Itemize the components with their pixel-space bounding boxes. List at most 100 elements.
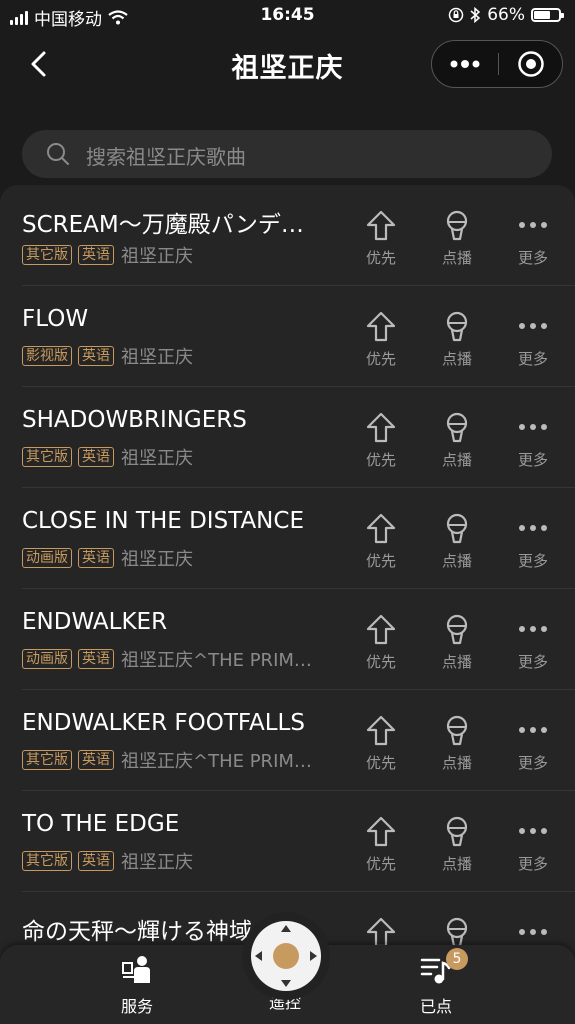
song-tag: 英语	[78, 851, 114, 871]
more-label: 更多	[517, 855, 548, 873]
priority-button[interactable]: 优先	[351, 613, 411, 672]
more-button[interactable]: 更多	[503, 310, 563, 369]
song-tag: 英语	[78, 548, 114, 568]
play-label: 点播	[441, 855, 472, 873]
song-meta: 影视版 英语 祖坚正庆	[22, 343, 193, 369]
microphone-icon	[446, 311, 468, 342]
more-dots-icon	[519, 828, 547, 834]
more-button[interactable]: 更多	[503, 815, 563, 874]
tab-queue-label: 已点	[419, 997, 452, 1016]
priority-button[interactable]: 优先	[351, 815, 411, 874]
battery-icon	[531, 8, 564, 22]
battery-percent: 66%	[487, 5, 525, 25]
priority-up-icon	[366, 412, 396, 443]
more-dots-icon	[519, 424, 547, 430]
more-dots-icon	[450, 60, 480, 68]
play-label: 点播	[441, 451, 472, 469]
priority-label: 优先	[365, 552, 396, 570]
play-button[interactable]: 点播	[427, 815, 487, 874]
queue-count-badge: 5	[446, 948, 468, 970]
more-dots-icon	[519, 222, 547, 228]
song-meta: 其它版 英语 祖坚正庆^THE PRIM…	[22, 747, 312, 773]
orientation-lock-icon	[448, 7, 464, 23]
more-button[interactable]: 更多	[503, 714, 563, 773]
priority-label: 优先	[365, 249, 396, 267]
song-meta: 动画版 英语 祖坚正庆	[22, 545, 193, 571]
miniprogram-capsule	[431, 40, 563, 88]
song-row[interactable]: TO THE EDGE 其它版 英语 祖坚正庆 优先 点播 更多	[0, 791, 575, 892]
play-button[interactable]: 点播	[427, 613, 487, 672]
song-meta: 其它版 英语 祖坚正庆	[22, 848, 193, 874]
play-button[interactable]: 点播	[427, 411, 487, 470]
song-artist: 祖坚正庆	[121, 347, 193, 368]
song-row[interactable]: SCREAM～万魔殿パンデ… 其它版 英语 祖坚正庆 优先 点播 更多	[0, 185, 575, 286]
tab-service-label: 服务	[120, 997, 153, 1016]
more-button[interactable]: 更多	[503, 512, 563, 571]
song-artist: 祖坚正庆	[121, 448, 193, 469]
microphone-icon	[446, 412, 468, 443]
more-dots-icon	[519, 525, 547, 531]
song-title: CLOSE IN THE DISTANCE	[22, 508, 304, 534]
song-artist: 祖坚正庆	[121, 549, 193, 570]
song-tag: 英语	[78, 447, 114, 467]
play-button[interactable]: 点播	[427, 209, 487, 268]
priority-button[interactable]: 优先	[351, 714, 411, 773]
capsule-close-button[interactable]	[499, 41, 563, 87]
priority-button[interactable]: 优先	[351, 310, 411, 369]
play-label: 点播	[441, 249, 472, 267]
song-tag: 英语	[78, 750, 114, 770]
dpad-icon	[251, 921, 321, 991]
search-icon	[47, 143, 69, 165]
service-icon	[122, 956, 150, 983]
more-button[interactable]: 更多	[503, 613, 563, 672]
tab-service[interactable]: 服务	[92, 955, 182, 1017]
more-button[interactable]: 更多	[503, 209, 563, 268]
more-label: 更多	[517, 350, 548, 368]
more-dots-icon	[519, 323, 547, 329]
song-tag: 其它版	[22, 851, 72, 871]
play-button[interactable]: 点播	[427, 714, 487, 773]
song-title: SCREAM～万魔殿パンデ…	[22, 212, 304, 238]
priority-button[interactable]: 优先	[351, 411, 411, 470]
microphone-icon	[446, 715, 468, 746]
song-row[interactable]: ENDWALKER 动画版 英语 祖坚正庆^THE PRIM… 优先 点播 更多	[0, 589, 575, 690]
priority-up-icon	[366, 210, 396, 241]
capsule-more-button[interactable]	[432, 41, 498, 87]
song-title: FLOW	[22, 306, 89, 332]
song-artist: 祖坚正庆	[121, 852, 193, 873]
priority-button[interactable]: 优先	[351, 512, 411, 571]
song-row[interactable]: FLOW 影视版 英语 祖坚正庆 优先 点播 更多	[0, 286, 575, 387]
song-row[interactable]: SHADOWBRINGERS 其它版 英语 祖坚正庆 优先 点播 更多	[0, 387, 575, 488]
search-input[interactable]: 搜索祖坚正庆歌曲	[22, 130, 552, 178]
dpad-center	[273, 943, 299, 969]
song-tag: 动画版	[22, 649, 72, 669]
tab-queue[interactable]: 已点	[391, 955, 481, 1017]
song-title: ENDWALKER FOOTFALLS	[22, 710, 305, 736]
priority-label: 优先	[365, 653, 396, 671]
song-artist: 祖坚正庆^THE PRIM…	[121, 650, 312, 671]
song-tag: 英语	[78, 346, 114, 366]
song-meta: 其它版 英语 祖坚正庆	[22, 242, 193, 268]
play-button[interactable]: 点播	[427, 310, 487, 369]
song-row[interactable]: ENDWALKER FOOTFALLS 其它版 英语 祖坚正庆^THE PRIM… 优先…	[0, 690, 575, 791]
priority-label: 优先	[365, 754, 396, 772]
song-meta: 其它版 英语 祖坚正庆	[22, 444, 193, 470]
priority-label: 优先	[365, 855, 396, 873]
play-button[interactable]: 点播	[427, 512, 487, 571]
priority-button[interactable]: 优先	[351, 209, 411, 268]
song-row[interactable]: CLOSE IN THE DISTANCE 动画版 英语 祖坚正庆 优先 点播 更多	[0, 488, 575, 589]
arrow-right-icon	[310, 951, 317, 961]
song-title: ENDWALKER	[22, 609, 168, 635]
remote-control-wheel[interactable]	[242, 912, 330, 1000]
song-title: TO THE EDGE	[22, 811, 180, 837]
arrow-up-icon	[281, 925, 291, 932]
more-label: 更多	[517, 451, 548, 469]
song-artist: 祖坚正庆^THE PRIM…	[121, 751, 312, 772]
more-label: 更多	[517, 249, 548, 267]
status-bar: 中国移动 16:45 66%	[0, 0, 575, 32]
arrow-down-icon	[281, 980, 291, 987]
microphone-icon	[446, 816, 468, 847]
more-button[interactable]: 更多	[503, 411, 563, 470]
nav-bar: 祖坚正庆	[0, 32, 575, 98]
priority-label: 优先	[365, 451, 396, 469]
